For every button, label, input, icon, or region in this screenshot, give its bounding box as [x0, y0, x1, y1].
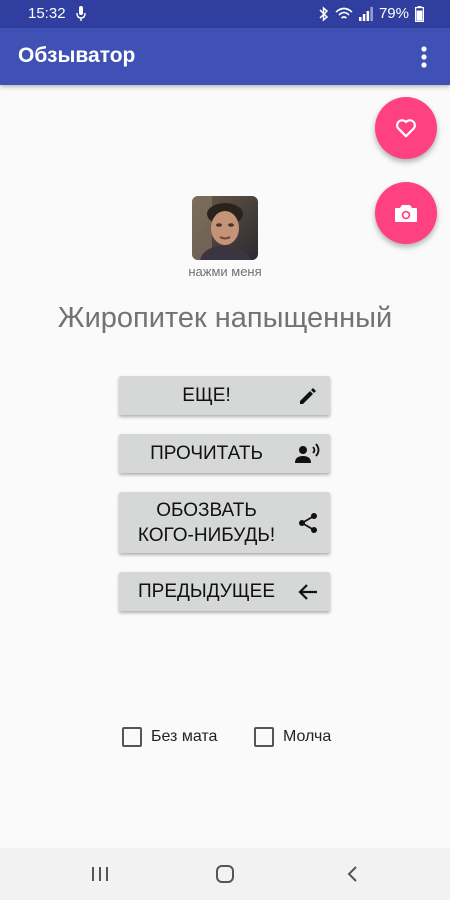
bluetooth-icon	[319, 5, 329, 22]
silent-label: Молча	[283, 728, 332, 745]
overflow-menu-icon[interactable]	[412, 42, 436, 72]
previous-button-label: ПРЕДЫДУЩЕЕ	[138, 581, 275, 602]
battery-percent: 79%	[378, 5, 409, 22]
share-icon	[299, 512, 317, 533]
avatar[interactable]	[192, 196, 258, 260]
arrow-back-icon	[298, 583, 317, 600]
avatar-caption: нажми меня	[188, 264, 262, 279]
favorite-button[interactable]	[375, 97, 437, 159]
home-icon[interactable]	[215, 864, 235, 884]
read-button-label: ПРОЧИТАТЬ	[150, 443, 263, 464]
system-nav-bar	[0, 848, 450, 900]
no-swearing-checkbox[interactable]: Без мата	[122, 727, 217, 747]
more-button[interactable]: ЕЩЕ!	[119, 376, 330, 415]
camera-button[interactable]	[375, 182, 437, 244]
pencil-icon	[300, 387, 316, 404]
silent-checkbox[interactable]: Молча	[254, 727, 331, 747]
app-title: Обзыватор	[18, 44, 136, 67]
insult-someone-label-line2: КОГО-НИБУДЬ!	[137, 524, 276, 546]
silent-checkbox-box[interactable]	[254, 727, 274, 747]
wifi-icon	[335, 7, 353, 19]
read-button[interactable]: ПРОЧИТАТЬ	[119, 434, 330, 473]
insult-text: Жиропитек напыщенный	[57, 302, 393, 334]
no-swearing-checkbox-box[interactable]	[122, 727, 142, 747]
recents-icon[interactable]	[90, 864, 110, 884]
app-bar: Обзыватор	[0, 28, 450, 85]
status-bar: 15:32 79%	[0, 0, 450, 28]
battery-icon	[415, 5, 424, 22]
mic-icon	[76, 6, 86, 21]
back-icon[interactable]	[343, 864, 363, 884]
heart-icon	[396, 119, 416, 138]
no-swearing-label: Без мата	[151, 728, 218, 745]
camera-icon	[395, 205, 417, 222]
avatar-photo	[192, 196, 258, 260]
insult-someone-button[interactable]: ОБОЗВАТЬ КОГО-НИБУДЬ!	[119, 492, 330, 553]
status-time: 15:32	[28, 5, 66, 22]
record-voice-icon	[295, 442, 320, 463]
insult-someone-label-line1: ОБОЗВАТЬ	[156, 499, 257, 521]
more-button-label: ЕЩЕ!	[182, 385, 231, 406]
signal-icon	[358, 6, 373, 21]
previous-button[interactable]: ПРЕДЫДУЩЕЕ	[119, 572, 330, 611]
